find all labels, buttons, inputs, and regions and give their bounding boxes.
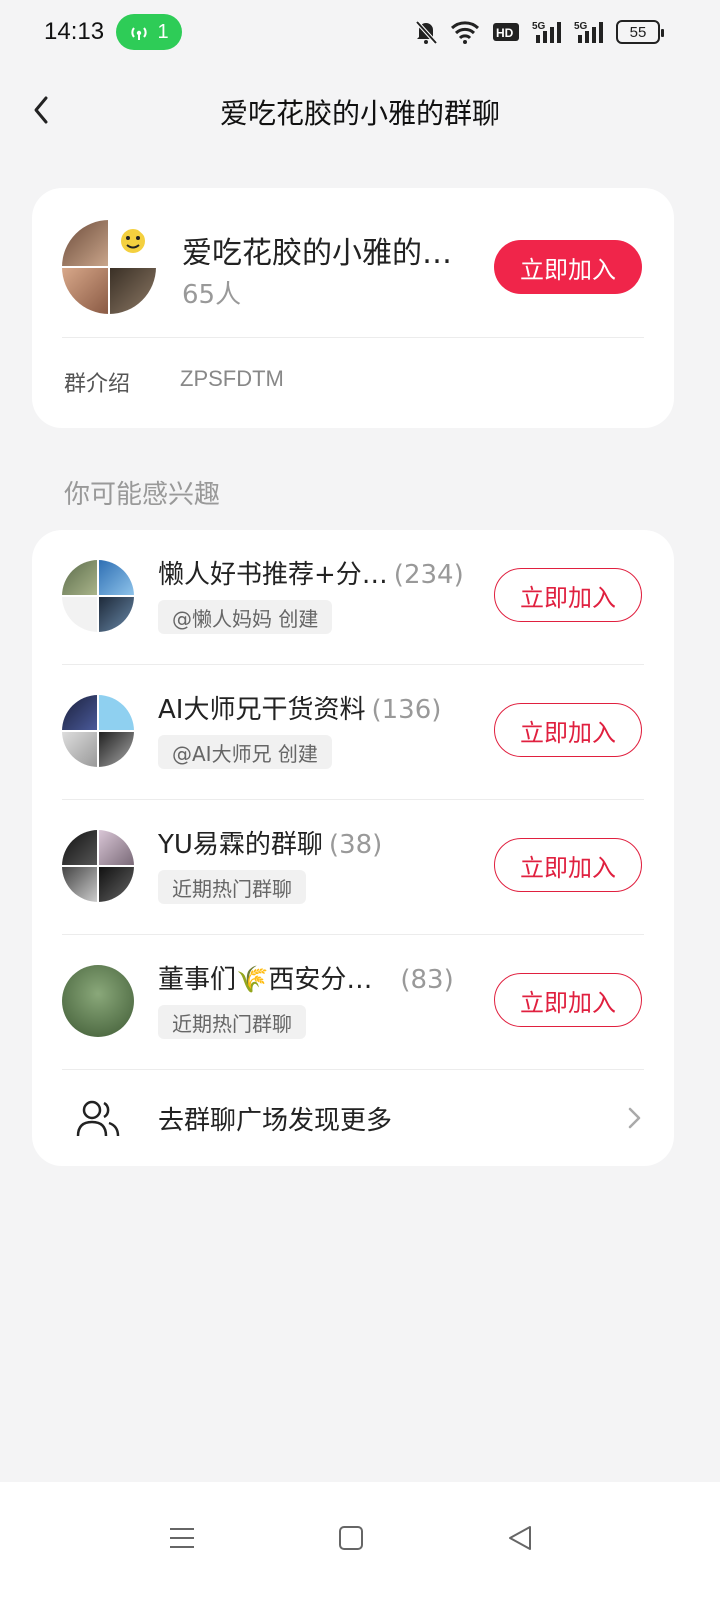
svg-text:5G: 5G [574, 21, 588, 32]
group-avatar [62, 965, 134, 1037]
group-avatar [62, 830, 134, 902]
signal-5g-icon: 5G [574, 21, 603, 43]
menu-nav-button[interactable] [152, 1508, 212, 1568]
intro-label: 群介绍 [64, 372, 131, 397]
signal-5g-icon: 5G [532, 21, 561, 43]
chevron-right-icon [628, 1107, 641, 1129]
list-item[interactable]: 董事们🌾西安分… (83) 近期热门群聊 立即加入 [32, 935, 674, 1070]
home-nav-icon [339, 1526, 363, 1550]
group-avatar [62, 560, 134, 632]
group-avatar [62, 695, 134, 767]
join-button[interactable]: 立即加入 [494, 973, 642, 1027]
join-group-button[interactable]: 立即加入 [494, 240, 642, 294]
status-bar: 14:13 1 HD 5G 5G 55 [0, 0, 720, 64]
menu-nav-icon [170, 1528, 194, 1548]
join-button[interactable]: 立即加入 [494, 703, 642, 757]
join-button[interactable]: 立即加入 [494, 838, 642, 892]
back-nav-button[interactable] [490, 1508, 550, 1568]
join-button[interactable]: 立即加入 [494, 568, 642, 622]
system-nav-bar [0, 1482, 720, 1600]
hotspot-icon [131, 27, 148, 40]
group-member-count: 65人 [182, 280, 242, 310]
item-tag: 近期热门群聊 [158, 870, 306, 904]
item-count: (234) [393, 560, 464, 590]
list-item-name: 懒人好书推荐+分… (234) [158, 554, 464, 591]
hotspot-count: 1 [157, 20, 169, 43]
item-tag: @懒人妈妈 创建 [158, 600, 333, 634]
item-title: AI大师兄干货资料 [158, 695, 366, 725]
list-item[interactable]: 懒人好书推荐+分… (234) @懒人妈妈 创建 立即加入 [32, 530, 674, 665]
item-count: (136) [371, 695, 442, 725]
status-time: 14:13 [44, 18, 105, 45]
home-nav-button[interactable] [321, 1508, 381, 1568]
svg-text:HD: HD [496, 26, 514, 40]
group-users-icon [76, 1100, 120, 1137]
discover-more-row[interactable]: 去群聊广场发现更多 [32, 1070, 674, 1166]
section-title: 你可能感兴趣 [64, 480, 221, 510]
group-avatar [62, 220, 156, 314]
battery-icon: 55 [616, 20, 664, 44]
list-item[interactable]: AI大师兄干货资料 (136) @AI大师兄 创建 立即加入 [32, 665, 674, 800]
discover-more-label: 去群聊广场发现更多 [158, 1106, 393, 1136]
item-count: (38) [328, 830, 383, 860]
status-icons: HD 5G 5G [414, 16, 604, 48]
page-title: 爱吃花胶的小雅的群聊 [219, 97, 500, 130]
list-item-name: YU易霖的群聊 (38) [158, 824, 382, 861]
recommend-list: 懒人好书推荐+分… (234) @懒人妈妈 创建 立即加入 AI大师兄干货资料 (1… [32, 530, 674, 1166]
divider [62, 337, 644, 338]
item-tag: 近期热门群聊 [158, 1005, 306, 1039]
hotspot-badge: 1 [116, 14, 182, 50]
list-item-name: 董事们🌾西安分… (83) [158, 959, 454, 996]
list-item-name: AI大师兄干货资料 (136) [158, 689, 441, 726]
mute-icon [415, 20, 438, 45]
back-nav-icon [509, 1526, 531, 1550]
hd-icon: HD [493, 23, 519, 41]
group-name: 爱吃花胶的小雅的… [182, 236, 452, 271]
group-card: 爱吃花胶的小雅的… 65人 立即加入 群介绍 ZPSFDTM [32, 188, 674, 428]
svg-text:5G: 5G [532, 21, 546, 32]
wifi-icon [450, 21, 480, 44]
intro-value: ZPSFDTM [180, 366, 284, 391]
list-item[interactable]: YU易霖的群聊 (38) 近期热门群聊 立即加入 [32, 800, 674, 935]
item-title: 懒人好书推荐+分… [158, 560, 388, 590]
item-title: YU易霖的群聊 [158, 830, 323, 860]
item-title: 董事们🌾西安分… [158, 965, 373, 995]
item-count: (83) [400, 965, 454, 995]
header: 爱吃花胶的小雅的群聊 [0, 70, 720, 150]
item-tag: @AI大师兄 创建 [158, 735, 332, 769]
